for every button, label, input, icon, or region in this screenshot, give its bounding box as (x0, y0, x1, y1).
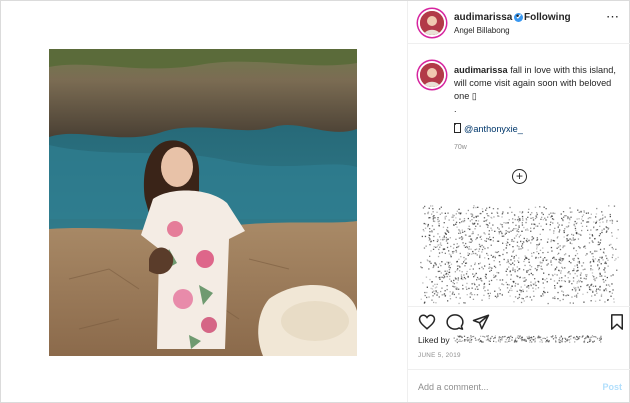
post-comment-button[interactable]: Post (602, 382, 622, 392)
caption-age: 70w (454, 144, 467, 151)
instagram-post: audimarissa ✔ • Following Angel Billabong… (0, 0, 630, 403)
post-date[interactable]: JUNE 5, 2019 (418, 352, 461, 359)
heart-icon[interactable] (418, 313, 436, 331)
header-username-text[interactable]: audimarissa (454, 12, 512, 23)
caption-username[interactable]: audimarissa (454, 65, 508, 75)
more-options-icon[interactable]: ⋯ (606, 9, 620, 25)
location-link[interactable]: Angel Billabong (454, 26, 510, 35)
avatar[interactable] (420, 11, 444, 35)
photo-image (49, 49, 357, 356)
pixelated-comments-region (420, 205, 620, 305)
caption-mention: @anthonyxie_ (454, 123, 523, 134)
liked-by-row: Liked by (418, 335, 603, 345)
post-header: audimarissa ✔ • Following Angel Billabong… (408, 1, 630, 44)
caption-avatar[interactable] (420, 63, 444, 87)
media-area (1, 1, 407, 402)
post-photo[interactable] (49, 49, 357, 356)
following-button[interactable]: Following (524, 12, 571, 23)
caption-avatar-image (420, 63, 444, 87)
comment-input[interactable]: Add a comment... (418, 382, 489, 392)
load-more-comments-icon[interactable]: + (512, 169, 527, 184)
comment-bar: Add a comment... Post (408, 369, 630, 403)
liked-by-names-pixelated (453, 335, 602, 344)
share-icon[interactable] (472, 313, 490, 331)
separator-dot: • (516, 11, 520, 21)
caption: audimarissa fall in love with this islan… (454, 64, 618, 129)
liked-by-label: Liked by (418, 335, 450, 345)
header-username[interactable]: audimarissa ✔ (454, 12, 524, 23)
mention-link[interactable]: @anthonyxie_ (464, 124, 523, 134)
bookmark-icon[interactable] (608, 313, 626, 331)
comment-icon[interactable] (446, 313, 464, 331)
emoji-placeholder-icon (454, 123, 461, 133)
avatar-image (420, 11, 444, 35)
pixel-noise (420, 205, 619, 305)
action-bar (408, 306, 630, 337)
post-sidebar: audimarissa ✔ • Following Angel Billabong… (407, 1, 630, 403)
